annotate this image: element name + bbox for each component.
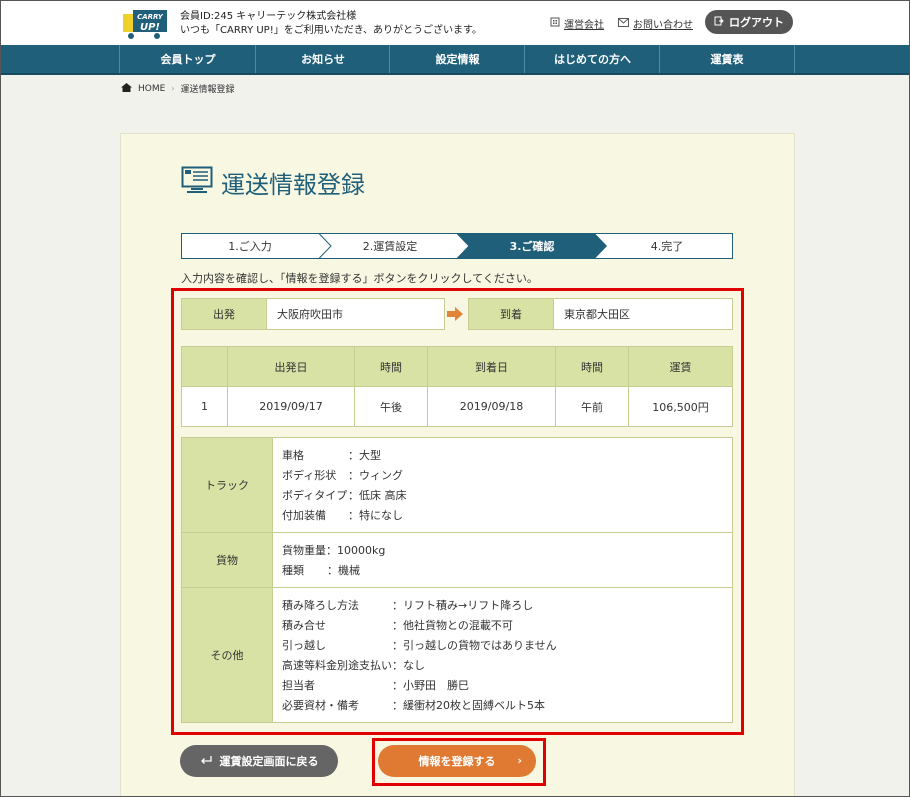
other-value: ：リフト積み→リフト降ろし bbox=[392, 599, 534, 612]
nav-item-member-top[interactable]: 会員トップ bbox=[119, 45, 256, 73]
step-complete: 4.完了 bbox=[650, 240, 684, 253]
table-row: 1 2019/09/17 午後 2019/09/18 午前 106,500円 bbox=[181, 386, 733, 427]
cell-arrival-time: 午前 bbox=[555, 386, 629, 427]
chevron-right-icon: › bbox=[517, 754, 522, 767]
cell-arrival-date: 2019/09/18 bbox=[427, 386, 556, 427]
departure-value: 大阪府吹田市 bbox=[266, 298, 445, 330]
logout-icon bbox=[714, 16, 724, 29]
detail-row-truck: トラック 車格 ：大型 ボディ形状 ：ウィング ボディタイプ ：低床 高床 付加装備 ：… bbox=[181, 437, 733, 533]
truck-key: ボディ形状 bbox=[282, 469, 337, 482]
submit-button-label: 情報を登録する bbox=[418, 755, 496, 768]
carry-up-logo[interactable]: CARRY UP! bbox=[119, 6, 169, 42]
company-link[interactable]: 運営会社 bbox=[550, 16, 604, 31]
other-key: 高速等料金別途支払い bbox=[282, 659, 392, 672]
page-title-text: 運送情報登録 bbox=[221, 171, 365, 199]
cargo-value: ：10000kg bbox=[326, 544, 386, 557]
other-values: 積み降ろし方法 ：リフト積み→リフト降ろし 積み合せ ：他社貨物との混載不可 引っ越… bbox=[282, 596, 557, 716]
other-value: ：他社貨物との混載不可 bbox=[392, 619, 513, 632]
company-link-label: 運営会社 bbox=[564, 20, 604, 31]
other-key: 必要資材・備考 bbox=[282, 699, 359, 712]
monitor-icon bbox=[181, 166, 213, 200]
register-info-button[interactable]: 情報を登録する › bbox=[378, 745, 536, 777]
arrival-label: 到着 bbox=[468, 298, 554, 330]
nav-item-fare-table[interactable]: 運賃表 bbox=[659, 45, 795, 73]
site-header: CARRY UP! 会員ID:245 キャリーテック株式会社様 いつも「CARR… bbox=[1, 1, 909, 45]
detail-row-cargo: 貨物 貨物重量 ：10000kg 種類 ：機械 bbox=[181, 532, 733, 588]
cell-departure-time: 午後 bbox=[354, 386, 428, 427]
cargo-key: 貨物重量 bbox=[282, 544, 326, 557]
global-nav: 会員トップ お知らせ 設定情報 はじめての方へ 運賃表 bbox=[1, 45, 909, 75]
other-key: 引っ越し bbox=[282, 639, 326, 652]
arrival-value: 東京都大田区 bbox=[553, 298, 733, 330]
other-value: ：なし bbox=[392, 659, 425, 672]
instruction-text: 入力内容を確認し、「情報を登録する」ボタンをクリックしてください。 bbox=[181, 272, 538, 285]
step-input: 1.ご入力 bbox=[228, 240, 272, 253]
other-value: ：緩衝材20枚と固縛ベルト5本 bbox=[392, 699, 545, 712]
other-value: ：小野田 勝巳 bbox=[392, 679, 469, 692]
col-header-departure-time: 時間 bbox=[354, 346, 428, 387]
other-key: 積み降ろし方法 bbox=[282, 599, 359, 612]
page-title: 運送情報登録 bbox=[181, 165, 365, 200]
cargo-values: 貨物重量 ：10000kg 種類 ：機械 bbox=[282, 541, 385, 581]
step-confirm: 3.ご確認 bbox=[509, 240, 555, 253]
progress-steps: 1.ご入力 2.運賃設定 3.ご確認 4.完了 bbox=[181, 233, 733, 259]
col-header-departure-date: 出発日 bbox=[227, 346, 355, 387]
other-key: 積み合せ bbox=[282, 619, 326, 632]
cell-fare: 106,500円 bbox=[628, 386, 733, 427]
breadcrumb-separator-icon: › bbox=[171, 84, 175, 93]
mail-icon bbox=[618, 17, 629, 30]
truck-values: 車格 ：大型 ボディ形状 ：ウィング ボディタイプ ：低床 高床 付加装備 ：特になし bbox=[282, 446, 407, 526]
member-info: 会員ID:245 キャリーテック株式会社様 いつも「CARRY UP!」をご利用… bbox=[180, 10, 482, 38]
member-id-line: 会員ID:245 キャリーテック株式会社様 bbox=[180, 11, 357, 22]
breadcrumb-current: 運送情報登録 bbox=[180, 85, 235, 95]
truck-value: ：特になし bbox=[348, 509, 403, 522]
cell-departure-date: 2019/09/17 bbox=[227, 386, 355, 427]
building-icon bbox=[550, 17, 560, 30]
contact-link-label: お問い合わせ bbox=[633, 20, 693, 31]
col-header-arrival-time: 時間 bbox=[555, 346, 629, 387]
back-button-label: 運賃設定画面に戻る bbox=[219, 755, 319, 768]
cell-index: 1 bbox=[181, 386, 228, 427]
other-value: ：引っ越しの貨物ではありません bbox=[392, 639, 557, 652]
logout-label: ログアウト bbox=[729, 16, 784, 29]
schedule-table: 出発日 時間 到着日 時間 運賃 1 2019/09/17 午後 2019/09… bbox=[181, 346, 733, 427]
detail-row-other: その他 積み降ろし方法 ：リフト積み→リフト降ろし 積み合せ ：他社貨物との混載不可… bbox=[181, 587, 733, 723]
nav-item-beginners[interactable]: はじめての方へ bbox=[524, 45, 660, 73]
truck-label: トラック bbox=[182, 438, 273, 532]
home-icon bbox=[121, 82, 132, 95]
nav-item-news[interactable]: お知らせ bbox=[255, 45, 390, 73]
arrow-right-icon bbox=[447, 306, 465, 322]
browser-frame: CARRY UP! 会員ID:245 キャリーテック株式会社様 いつも「CARR… bbox=[0, 0, 910, 797]
return-arrow-icon bbox=[200, 755, 212, 768]
truck-value: ：低床 高床 bbox=[348, 489, 407, 502]
schedule-header-row: 出発日 時間 到着日 時間 運賃 bbox=[181, 346, 733, 387]
col-header-index bbox=[181, 346, 228, 387]
breadcrumb: HOME › 運送情報登録 bbox=[121, 82, 235, 95]
truck-value: ：ウィング bbox=[348, 469, 403, 482]
other-label: その他 bbox=[182, 588, 273, 722]
member-greeting-line: いつも「CARRY UP!」をご利用いただき、ありがとうございます。 bbox=[180, 25, 483, 36]
truck-key: 付加装備 bbox=[282, 509, 326, 522]
departure-label: 出発 bbox=[181, 298, 267, 330]
col-header-arrival-date: 到着日 bbox=[427, 346, 556, 387]
truck-value: ：大型 bbox=[348, 449, 381, 462]
cargo-label: 貨物 bbox=[182, 533, 273, 587]
cargo-key: 種類 bbox=[282, 564, 304, 577]
logo-text-bottom: UP! bbox=[140, 22, 160, 33]
cargo-value: ：機械 bbox=[327, 564, 360, 577]
step-fare-settings: 2.運賃設定 bbox=[362, 240, 418, 253]
back-to-fare-settings-button[interactable]: 運賃設定画面に戻る bbox=[180, 745, 338, 777]
truck-key: ボディタイプ bbox=[282, 489, 348, 502]
logout-button[interactable]: ログアウト bbox=[705, 10, 793, 34]
col-header-fare: 運賃 bbox=[628, 346, 733, 387]
contact-link[interactable]: お問い合わせ bbox=[618, 16, 693, 31]
logo-text-top: CARRY bbox=[137, 13, 164, 21]
breadcrumb-home[interactable]: HOME bbox=[138, 84, 165, 94]
nav-item-settings[interactable]: 設定情報 bbox=[389, 45, 525, 73]
truck-key: 車格 bbox=[282, 449, 304, 462]
other-key: 担当者 bbox=[282, 679, 315, 692]
